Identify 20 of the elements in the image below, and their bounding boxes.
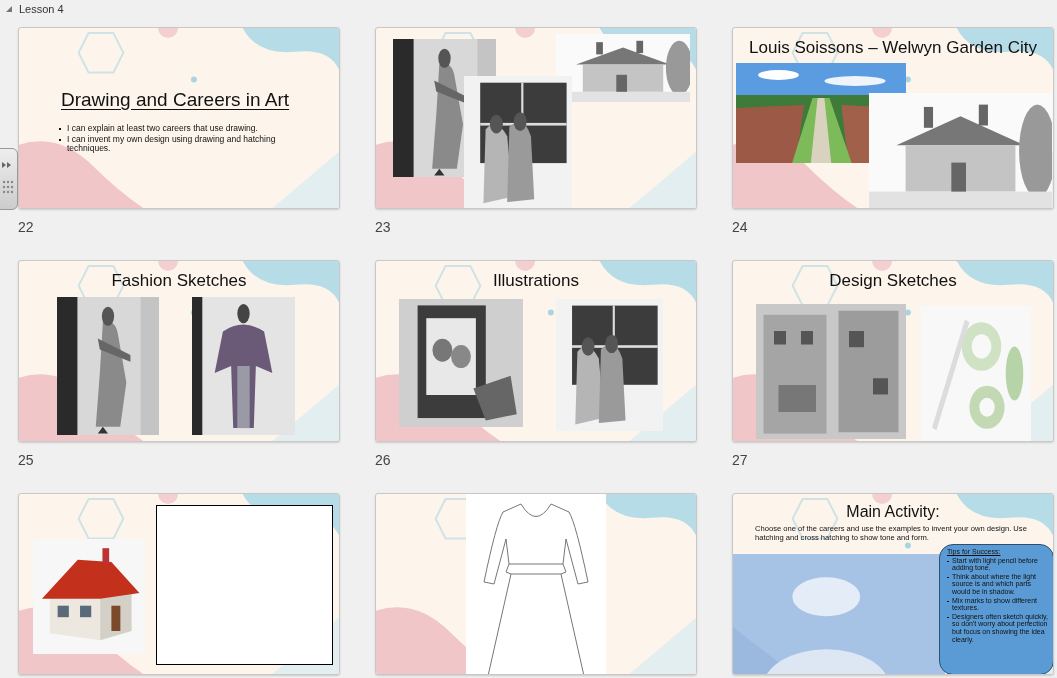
slide-thumbnail[interactable]: Fashion Sketches [18,260,340,442]
slide-number: 22 [18,219,34,235]
slide-title: Louis Soissons – Welwyn Garden City [749,39,1037,57]
slide-thumbnail[interactable]: Louis Soissons – Welwyn Garden City [732,27,1054,209]
bullet-text: I can invent my own design using drawing and hatching techniques. [67,134,277,154]
slide-number: 27 [732,452,748,468]
section-title: Lesson 4 [19,3,64,15]
slide-number: 24 [732,219,748,235]
slide-title: Design Sketches [829,272,957,290]
slide-title: Drawing and Careers in Art [61,90,290,110]
slide-number: 25 [18,452,34,468]
slide-number: 26 [375,452,391,468]
slide-title: Main Activity: [846,504,940,521]
slide-thumbnail[interactable]: Illustrations [375,260,697,442]
slide-thumbnail[interactable]: Design Sketches [732,260,1054,442]
bullet-text: I can explain at least two careers that use drawing. [67,124,258,134]
slide-title: Illustrations [493,272,579,290]
slide-title: Fashion Sketches [111,272,247,290]
slide-thumbnail[interactable]: Drawing and Careers in Art I can explain at least two careers that use drawing. I can invent my own design using drawing and hatching techniques. [18,27,340,209]
slide-number: 23 [375,219,391,235]
